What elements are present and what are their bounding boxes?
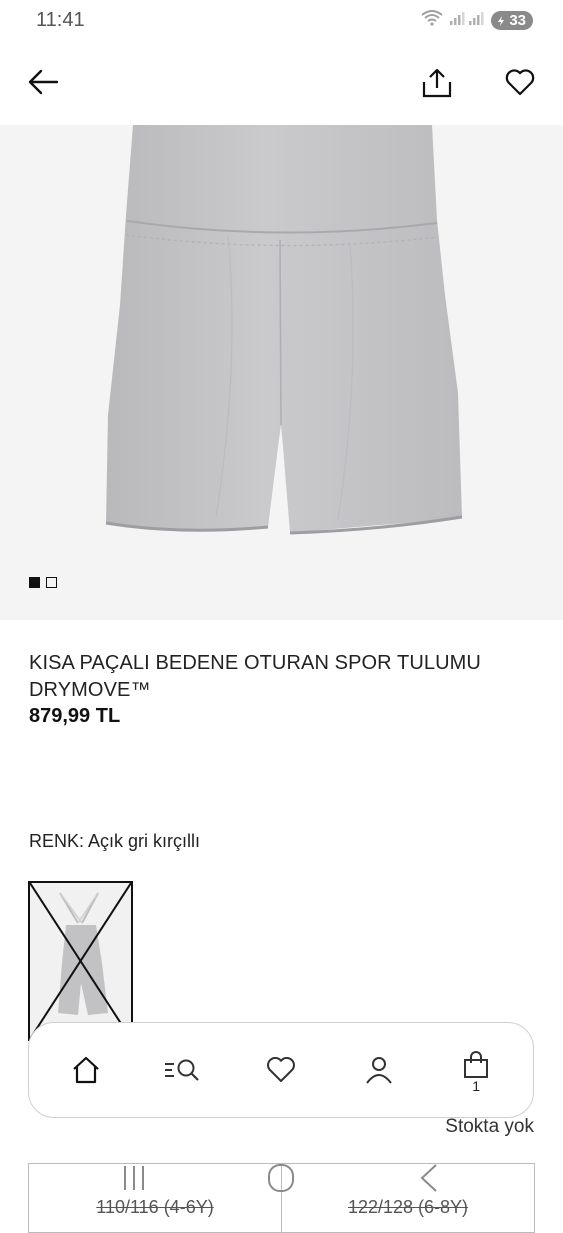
image-pagination [29, 577, 57, 588]
product-title: KISA PAÇALI BEDENE OTURAN SPOR TULUMU DR… [29, 652, 481, 701]
nav-home[interactable] [56, 1040, 116, 1100]
stock-status: Stokta yok [445, 1116, 534, 1137]
heart-icon [267, 1057, 295, 1082]
user-icon [365, 1057, 392, 1084]
wifi-icon [421, 10, 443, 31]
product-price: 879,99 TL [29, 705, 121, 727]
color-label: RENK: Açık gri kırçıllı [29, 831, 201, 851]
nav-favorites[interactable] [251, 1040, 311, 1100]
system-home-icon[interactable] [266, 1162, 296, 1199]
status-icons: 33 [421, 10, 533, 31]
back-button[interactable] [23, 62, 63, 102]
share-button[interactable] [417, 63, 457, 103]
size-option[interactable]: 122/128 (6-8Y) [281, 1164, 534, 1232]
status-time: 11:41 [36, 9, 85, 31]
signal-icon [449, 10, 485, 31]
color-swatch[interactable] [28, 881, 133, 1041]
cart-count: 1 [472, 1078, 481, 1094]
bag-icon [464, 1051, 489, 1078]
home-icon [73, 1056, 99, 1084]
battery-level: 33 [509, 12, 526, 29]
product-photo [0, 125, 563, 620]
nav-cart[interactable]: 1 [446, 1040, 506, 1100]
nav-account[interactable] [349, 1040, 409, 1100]
pagination-dot-active[interactable] [29, 577, 40, 588]
size-label: 110/116 (4-6Y) [96, 1197, 214, 1217]
share-icon [422, 68, 452, 98]
favorite-button[interactable] [500, 62, 540, 102]
swatch-thumbnail [30, 883, 131, 1039]
nav-search[interactable] [153, 1040, 213, 1100]
battery-icon [498, 15, 505, 26]
product-image[interactable] [0, 125, 563, 620]
recents-icon[interactable] [119, 1163, 149, 1198]
search-menu-icon [165, 1059, 200, 1081]
system-back-icon[interactable] [414, 1162, 444, 1199]
heart-icon [505, 68, 535, 95]
size-label: 122/128 (6-8Y) [347, 1197, 469, 1217]
size-option[interactable]: 110/116 (4-6Y) [29, 1164, 281, 1232]
pagination-dot[interactable] [46, 577, 57, 588]
battery-indicator: 33 [491, 11, 533, 30]
arrow-left-icon [28, 69, 59, 95]
bottom-navigation: 1 [28, 1022, 534, 1118]
